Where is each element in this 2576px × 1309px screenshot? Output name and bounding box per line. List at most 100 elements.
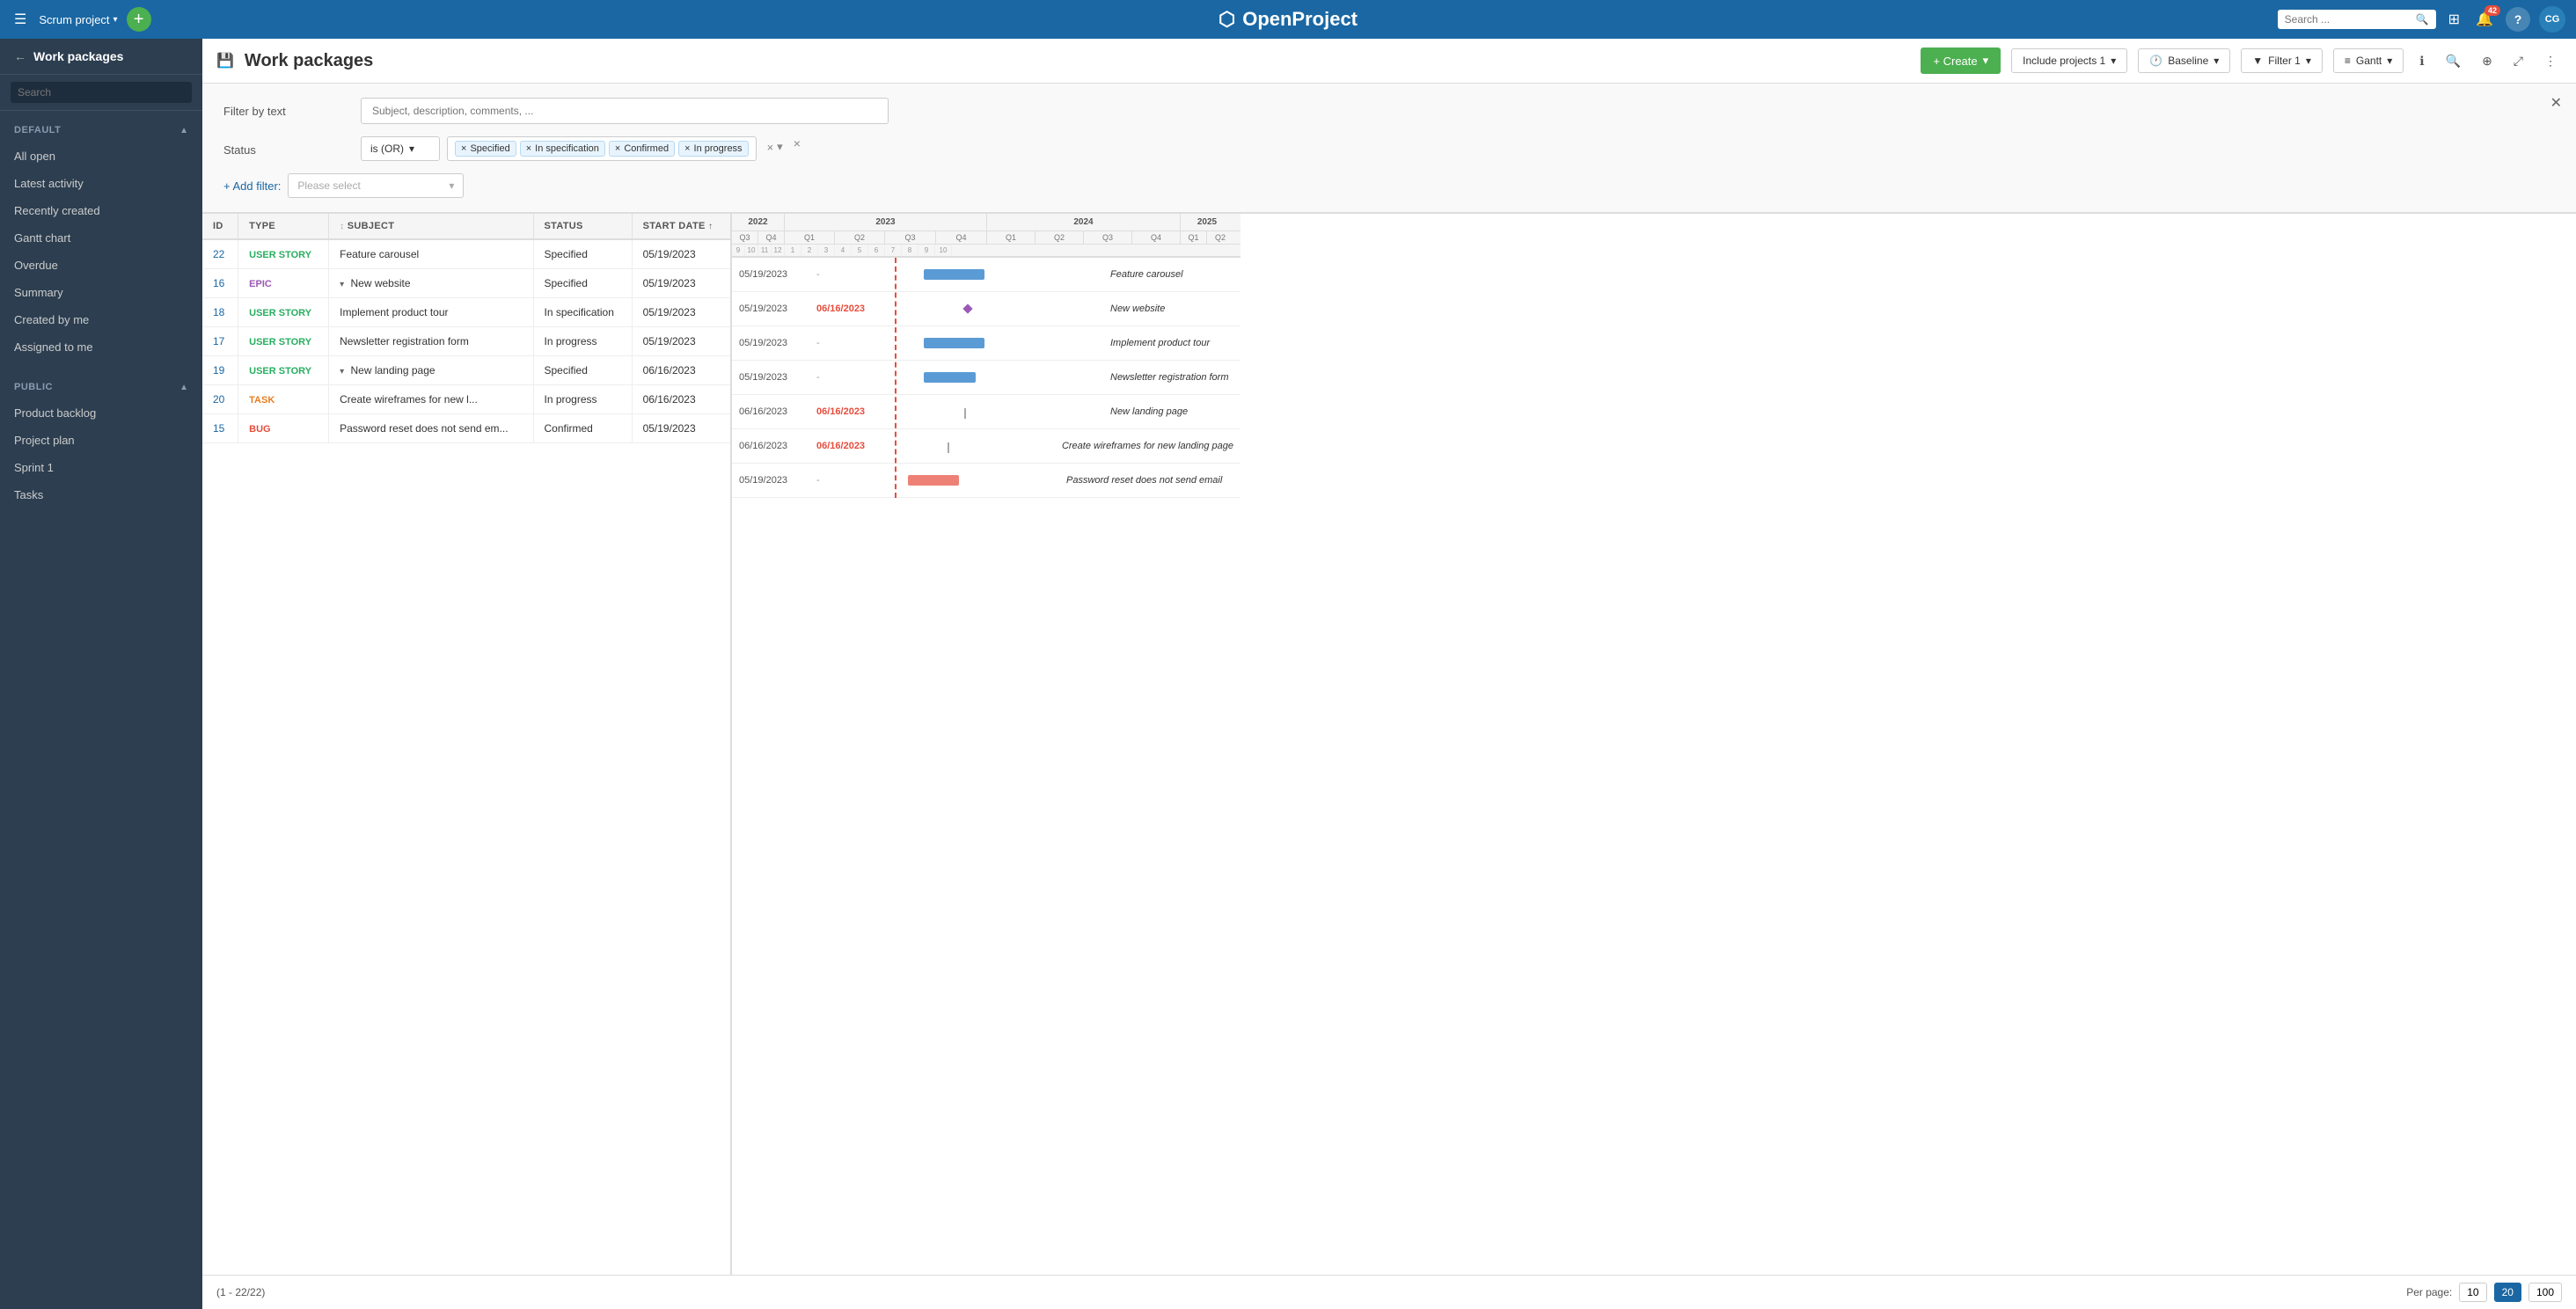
tag-in-specification-remove-icon[interactable]: × [526, 143, 531, 154]
help-button[interactable]: ? [2506, 7, 2530, 32]
tag-confirmed-remove-icon[interactable]: × [615, 143, 620, 154]
gantt-bar-22 [924, 269, 984, 280]
hamburger-menu-icon[interactable]: ☰ [11, 7, 30, 32]
gantt-bar-area-18 [827, 336, 1103, 350]
id-link-17[interactable]: 17 [213, 335, 224, 347]
sidebar-item-summary[interactable]: Summary [0, 279, 202, 306]
per-page-100-button[interactable]: 100 [2528, 1283, 2562, 1302]
sidebar-item-all-open[interactable]: All open [0, 143, 202, 170]
gantt-label-16: New website [1110, 303, 1233, 314]
gantt-year-2023: 2023 [785, 214, 987, 230]
sidebar-item-summary-label: Summary [14, 286, 63, 299]
id-link-19[interactable]: 19 [213, 364, 224, 377]
save-icon: 💾 [216, 52, 234, 69]
table-row: 20 TASK Create wireframes for new l... I… [202, 385, 730, 414]
sidebar-section-default-chevron[interactable]: ▲ [179, 126, 188, 135]
table-row: 19 USER STORY ▾ New landing page Specifi… [202, 356, 730, 385]
cell-id: 15 [202, 414, 238, 443]
tag-specified-remove-icon[interactable]: × [461, 143, 466, 154]
status-clear-button[interactable]: × ▾ [764, 136, 787, 157]
sidebar-item-gantt-chart[interactable]: Gantt chart [0, 224, 202, 252]
sidebar-item-project-plan[interactable]: Project plan [0, 427, 202, 454]
tag-in-progress-remove-icon[interactable]: × [684, 143, 690, 154]
table-row: 16 EPIC ▾ New website Specified 05/19/20… [202, 269, 730, 298]
id-link-22[interactable]: 22 [213, 248, 224, 260]
type-badge-user-story: USER STORY [249, 337, 311, 347]
sidebar-header: ← Work packages [0, 39, 202, 75]
gantt-button[interactable]: ≡ Gantt ▾ [2333, 48, 2404, 73]
gantt-chevron-icon: ▾ [2387, 55, 2392, 67]
sidebar-item-assigned-to-me[interactable]: Assigned to me [0, 333, 202, 361]
project-selector[interactable]: Scrum project ▾ [39, 13, 117, 26]
filter-close-button[interactable]: ✕ [2550, 94, 2562, 112]
gantt-start-date-22: 05/19/2023 [739, 269, 809, 280]
global-search-input[interactable] [2285, 13, 2411, 26]
table-row: 15 BUG Password reset does not send em..… [202, 414, 730, 443]
per-page-20-button[interactable]: 20 [2494, 1283, 2521, 1302]
col-type[interactable]: TYPE [238, 214, 329, 239]
table-row: 22 USER STORY Feature carousel Specified… [202, 239, 730, 269]
create-button-label: + Create [1933, 55, 1977, 68]
add-filter-label[interactable]: + Add filter: [223, 179, 281, 193]
filter-by-text-input[interactable] [361, 98, 889, 124]
gantt-month-6: 6 [868, 245, 885, 256]
baseline-label: Baseline [2168, 55, 2208, 67]
create-button[interactable]: + Create ▾ [1921, 48, 2001, 74]
more-menu-button[interactable]: ⋮ [2539, 48, 2562, 74]
sidebar-item-tasks[interactable]: Tasks [0, 481, 202, 508]
id-link-15[interactable]: 15 [213, 422, 224, 435]
sidebar-back-icon[interactable]: ← [14, 49, 26, 63]
gantt-start-date-17: 05/19/2023 [739, 372, 809, 383]
status-tags-container: × Specified × In specification × Confirm… [447, 136, 757, 161]
sidebar-item-latest-activity[interactable]: Latest activity [0, 170, 202, 197]
tag-confirmed-label: Confirmed [624, 143, 669, 154]
info-button[interactable]: ℹ [2414, 48, 2429, 74]
include-projects-button[interactable]: Include projects 1 ▾ [2011, 48, 2127, 73]
logo-icon: ⬡ [1218, 8, 1235, 31]
expand-icon[interactable]: ▾ [340, 280, 344, 289]
notification-bell-icon[interactable]: 🔔 42 [2472, 7, 2497, 32]
grid-menu-icon[interactable]: ⊞ [2445, 7, 2463, 32]
gantt-q3-2024: Q3 [1084, 231, 1132, 244]
sidebar-item-recently-created[interactable]: Recently created [0, 197, 202, 224]
add-project-button[interactable]: + [127, 7, 151, 32]
include-projects-label: Include projects 1 [2023, 55, 2105, 67]
sidebar-search-input[interactable] [11, 82, 192, 103]
table-header-row: ID TYPE ↕ SUBJECT STATUS START DATE ↑ [202, 214, 730, 239]
sidebar-item-assigned-to-me-label: Assigned to me [14, 340, 93, 354]
status-operator-dropdown[interactable]: is (OR) ▾ [361, 136, 440, 161]
per-page-10-button[interactable]: 10 [2459, 1283, 2486, 1302]
sidebar-item-sprint-1[interactable]: Sprint 1 [0, 454, 202, 481]
gantt-month-9b: 9 [918, 245, 935, 256]
gantt-label-22: Feature carousel [1110, 269, 1233, 280]
zoom-out-button[interactable]: 🔍 [2441, 48, 2466, 74]
col-subject[interactable]: ↕ SUBJECT [329, 214, 533, 239]
sidebar-section-public-chevron[interactable]: ▲ [179, 383, 188, 392]
zoom-in-button[interactable]: ⊕ [2477, 48, 2498, 74]
sidebar-item-sprint-1-label: Sprint 1 [14, 461, 54, 474]
col-start-date[interactable]: START DATE ↑ [632, 214, 730, 239]
sidebar-item-created-by-me[interactable]: Created by me [0, 306, 202, 333]
pagination-info: (1 - 22/22) [216, 1286, 265, 1298]
status-remove-icon[interactable]: × [794, 136, 801, 150]
cell-start-date: 05/19/2023 [632, 414, 730, 443]
add-filter-dropdown[interactable]: Please select ▾ [288, 173, 464, 198]
tag-in-specification: × In specification [520, 141, 605, 157]
id-link-16[interactable]: 16 [213, 277, 224, 289]
id-link-18[interactable]: 18 [213, 306, 224, 318]
gantt-start-date-20: 06/16/2023 [739, 441, 809, 451]
expand-icon[interactable]: ▾ [340, 367, 344, 377]
global-search-box[interactable]: 🔍 [2278, 10, 2436, 29]
fullscreen-button[interactable]: ⤢ [2508, 48, 2528, 74]
type-badge-user-story: USER STORY [249, 366, 311, 377]
col-status[interactable]: STATUS [533, 214, 632, 239]
gantt-bar-15 [908, 475, 959, 486]
sidebar-item-overdue[interactable]: Overdue [0, 252, 202, 279]
id-link-20[interactable]: 20 [213, 393, 224, 406]
col-id[interactable]: ID [202, 214, 238, 239]
filter-button[interactable]: ▼ Filter 1 ▾ [2241, 48, 2323, 73]
baseline-button[interactable]: 🕐 Baseline ▾ [2138, 48, 2230, 73]
avatar[interactable]: CG [2539, 6, 2565, 33]
sidebar-item-product-backlog[interactable]: Product backlog [0, 399, 202, 427]
gantt-years-row: 2022 2023 2024 2025 [732, 214, 1240, 231]
